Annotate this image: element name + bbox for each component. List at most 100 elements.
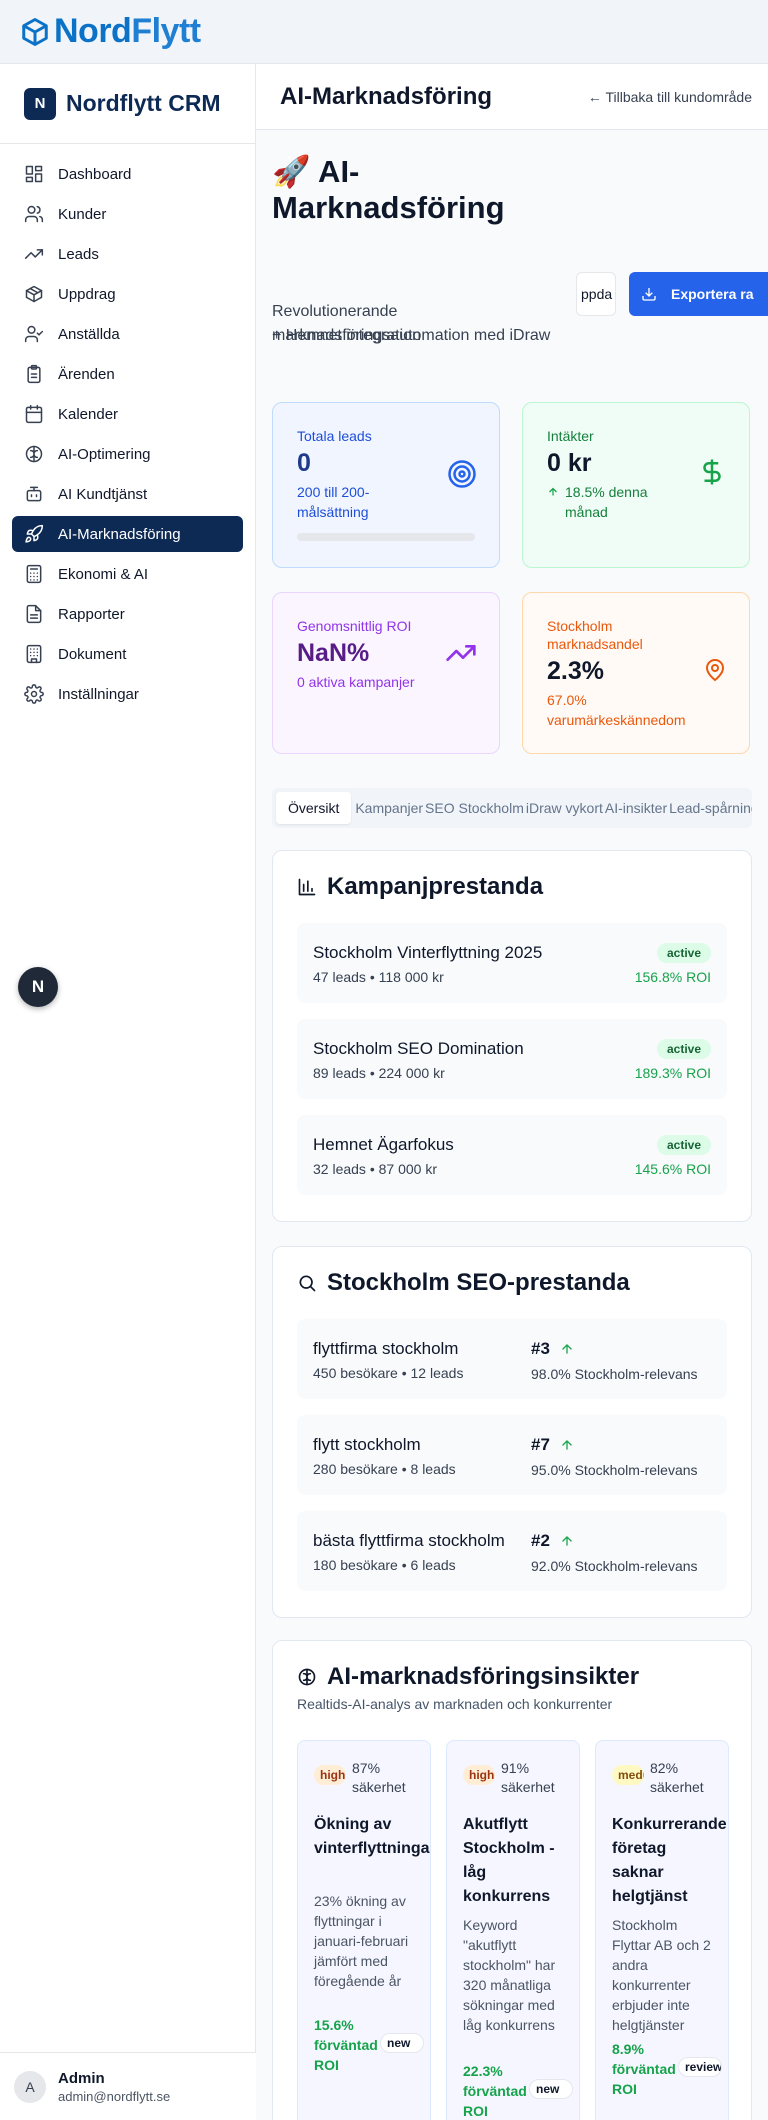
- sidebar-item-label: AI-Marknadsföring: [58, 525, 181, 543]
- seo-rank: #2: [531, 1531, 574, 1551]
- sidebar-item-dashboard[interactable]: Dashboard: [12, 156, 243, 192]
- dev-indicator-button[interactable]: N: [18, 967, 58, 1007]
- sidebar-item-kunder[interactable]: Kunder: [12, 196, 243, 232]
- hero-section: 🚀 AI-Marknadsföring Revolutionerande mar…: [272, 130, 768, 344]
- insight-description: Keyword "akutflytt stockholm" har 320 må…: [463, 1917, 556, 2033]
- campaign-meta: 32 leads • 87 000 kr: [313, 1161, 437, 1177]
- trending-up-icon: [24, 249, 44, 259]
- sidebar-item-installningar[interactable]: Inställningar: [12, 676, 243, 712]
- seo-performance-card: Stockholm SEO-prestanda flyttfirma stock…: [272, 1246, 752, 1618]
- campaign-roi: 156.8% ROI: [634, 969, 711, 985]
- seo-relevance: 92.0% Stockholm-relevans: [531, 1558, 698, 1574]
- back-link[interactable]: ← Tillbaka till kundområde: [588, 89, 752, 105]
- campaign-name: Stockholm Vinterflyttning 2025: [313, 943, 543, 962]
- trending-up-icon: [446, 645, 476, 661]
- stat-label: Totala leads: [297, 428, 372, 444]
- seo-meta: 280 besökare • 8 leads: [313, 1461, 456, 1477]
- user-check-icon: [24, 325, 44, 343]
- brain-icon: [298, 1668, 316, 1686]
- crm-badge: N: [24, 87, 56, 120]
- download-icon: [642, 288, 656, 301]
- sidebar-header: N Nordflytt CRM: [0, 64, 255, 144]
- insight-roi: 22.3% förväntad ROI: [463, 2063, 527, 2119]
- sidebar-item-kalender[interactable]: Kalender: [12, 396, 243, 432]
- seo-row[interactable]: bästa flyttfirma stockholm 180 besökare …: [297, 1511, 727, 1591]
- card-subtitle: Realtids-AI-analys av marknaden och konk…: [297, 1696, 613, 1712]
- sidebar-item-rapporter[interactable]: Rapporter: [12, 596, 243, 632]
- target-icon: [448, 460, 476, 488]
- seo-meta: 180 besökare • 6 leads: [313, 1557, 456, 1573]
- bot-icon: [26, 486, 42, 502]
- sidebar-item-label: Kunder: [58, 205, 107, 223]
- insight-card[interactable]: high 87% säkerhet Ökning av vinterflyttn…: [297, 1740, 431, 2120]
- update-button[interactable]: ppda: [576, 272, 616, 316]
- tab-ai-insikter[interactable]: AI-insikter: [605, 792, 667, 824]
- leads-progress-bar: [297, 533, 475, 541]
- sidebar-item-label: Anställda: [58, 325, 120, 343]
- card-title: AI-marknadsföringsinsikter: [297, 1663, 639, 1691]
- seo-rank: #3: [531, 1339, 574, 1359]
- sidebar-item-ai-marknadsforing[interactable]: AI-Marknadsföring: [12, 516, 243, 552]
- campaign-row[interactable]: Hemnet Ägarfokus 32 leads • 87 000 kr ac…: [297, 1115, 727, 1195]
- sidebar-item-arenden[interactable]: Ärenden: [12, 356, 243, 392]
- sidebar-item-ai-kundtjanst[interactable]: AI Kundtjänst: [12, 476, 243, 512]
- export-button[interactable]: Exportera ra: [629, 272, 768, 316]
- avatar: A: [14, 2070, 46, 2103]
- sidebar-item-label: Inställningar: [58, 685, 139, 703]
- grid-icon: [25, 165, 43, 183]
- user-email: admin@nordflytt.se: [58, 2088, 171, 2104]
- seo-keyword: bästa flyttfirma stockholm: [313, 1531, 505, 1550]
- main-content: AI-Marknadsföring ← Tillbaka till kundom…: [256, 64, 768, 2120]
- sidebar-item-leads[interactable]: Leads: [12, 236, 243, 272]
- seo-row[interactable]: flytt stockholm 280 besökare • 8 leads #…: [297, 1415, 727, 1495]
- sidebar-item-label: AI-Optimering: [58, 445, 151, 463]
- campaign-row[interactable]: Stockholm SEO Domination 89 leads • 224 …: [297, 1019, 727, 1099]
- sidebar-item-ekonomi[interactable]: Ekonomi & AI: [12, 556, 243, 592]
- tab-bar: Översikt Kampanjer SEO Stockholm iDraw v…: [272, 788, 752, 828]
- clipboard-icon: [27, 364, 41, 384]
- sidebar: N Nordflytt CRM Dashboard Kunder Leads U…: [0, 64, 256, 2120]
- tab-lead-sparning[interactable]: Lead-spårning: [669, 792, 752, 824]
- sidebar-item-label: Rapporter: [58, 605, 125, 623]
- insight-card[interactable]: medium 82% säkerhet Konkurrerande företa…: [595, 1740, 729, 2120]
- tab-seo-stockholm[interactable]: SEO Stockholm: [425, 792, 524, 824]
- seo-row[interactable]: flyttfirma stockholm 450 besökare • 12 l…: [297, 1319, 727, 1399]
- status-badge: active: [656, 943, 711, 963]
- sidebar-item-label: Ärenden: [58, 365, 115, 383]
- campaign-name: Stockholm SEO Domination: [313, 1039, 524, 1058]
- cube-icon: [22, 17, 48, 46]
- seo-keyword: flyttfirma stockholm: [313, 1339, 459, 1358]
- user-profile[interactable]: A Admin admin@nordflytt.se: [0, 2052, 256, 2120]
- brand-bar: NordFlytt: [0, 0, 768, 64]
- confidence: 91% säkerhet: [501, 1760, 555, 1795]
- tab-kampanjer[interactable]: Kampanjer: [355, 792, 423, 824]
- sidebar-item-label: Kalender: [58, 405, 119, 423]
- arrow-up-icon: [549, 487, 557, 496]
- sidebar-item-label: Dokument: [58, 645, 127, 663]
- package-icon: [25, 285, 43, 303]
- campaign-row[interactable]: Stockholm Vinterflyttning 2025 47 leads …: [297, 923, 727, 1003]
- tab-oversikt[interactable]: Översikt: [276, 792, 352, 824]
- sidebar-item-uppdrag[interactable]: Uppdrag: [12, 276, 243, 312]
- seo-relevance: 98.0% Stockholm-relevans: [531, 1366, 698, 1382]
- priority-badge: high: [314, 1765, 346, 1785]
- sidebar-item-anstallda[interactable]: Anställda: [12, 316, 243, 352]
- stat-value: 2.3%: [547, 657, 604, 685]
- campaign-name: Hemnet Ägarfokus: [313, 1135, 454, 1154]
- map-pin-icon: [705, 659, 725, 682]
- insight-card[interactable]: high 91% säkerhet Akutflytt Stockholm - …: [446, 1740, 580, 2120]
- insight-roi: 15.6% förväntad ROI: [314, 2017, 378, 2073]
- stat-revenue: Intäkter 0 kr 18.5% denna månad: [522, 402, 750, 568]
- nordflytt-logo[interactable]: NordFlytt: [20, 12, 201, 51]
- seo-meta: 450 besökare • 12 leads: [313, 1365, 464, 1381]
- campaign-meta: 89 leads • 224 000 kr: [313, 1065, 445, 1081]
- tab-idraw-vykort[interactable]: iDraw vykort: [526, 792, 603, 824]
- priority-badge: high: [463, 1765, 495, 1785]
- stat-label: Genomsnittlig ROI: [297, 618, 412, 634]
- sidebar-item-ai-optimering[interactable]: AI-Optimering: [12, 436, 243, 472]
- search-icon: [299, 1275, 316, 1292]
- dollar-icon: [703, 459, 721, 485]
- sidebar-item-dokument[interactable]: Dokument: [12, 636, 243, 672]
- settings-icon: [24, 684, 44, 704]
- calendar-icon: [25, 404, 43, 424]
